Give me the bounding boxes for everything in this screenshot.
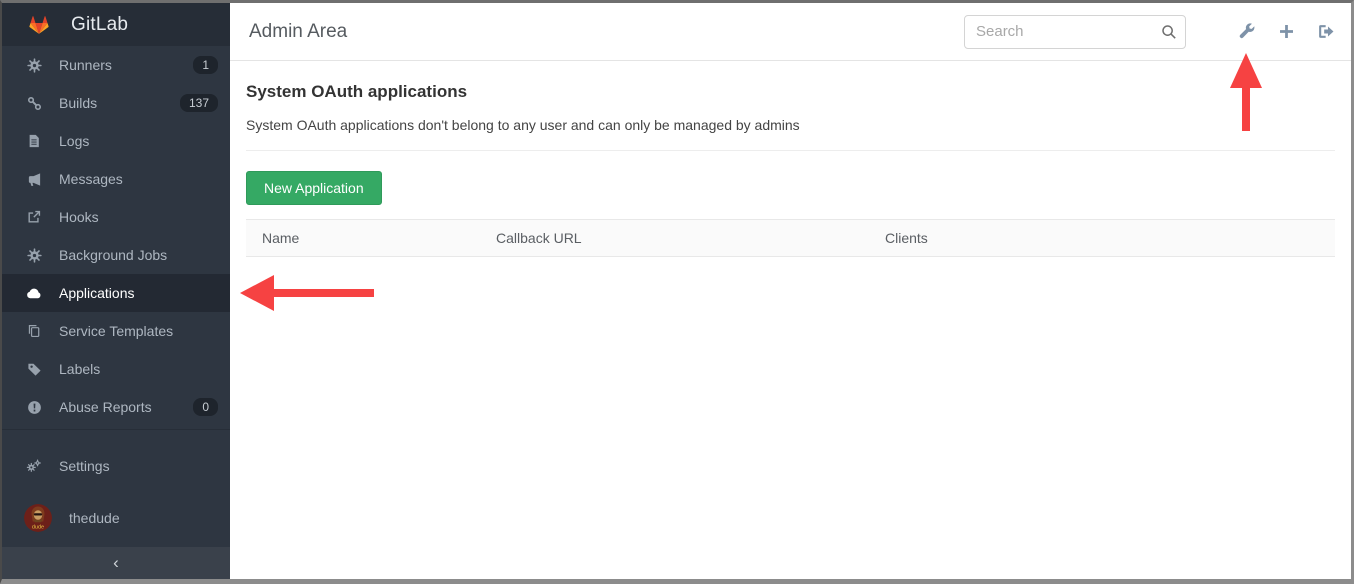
main-content: Admin Area xyxy=(230,3,1351,579)
sidebar-item-applications[interactable]: Applications xyxy=(2,274,230,312)
sidebar-item-hooks[interactable]: Hooks xyxy=(2,198,230,236)
builds-count-badge: 137 xyxy=(180,94,218,112)
gear-icon xyxy=(26,57,42,73)
svg-text:dude: dude xyxy=(32,525,44,531)
runners-count-badge: 1 xyxy=(193,56,218,74)
column-header-clients: Clients xyxy=(885,230,1335,246)
chevron-left-icon: ‹ xyxy=(113,553,119,573)
cloud-icon xyxy=(26,285,42,301)
topbar-actions xyxy=(1216,23,1336,41)
new-plus-icon[interactable] xyxy=(1277,23,1296,41)
search-icon xyxy=(1161,24,1177,40)
sidebar-item-label: Runners xyxy=(59,57,112,73)
column-header-callback-url: Callback URL xyxy=(496,230,885,246)
sign-out-icon[interactable] xyxy=(1317,23,1336,41)
sidebar-item-label: Messages xyxy=(59,171,123,187)
cogs-icon xyxy=(26,458,42,474)
sidebar-item-label: Background Jobs xyxy=(59,247,167,263)
gitlab-tanuki-logo-icon xyxy=(22,9,56,41)
sidebar-item-label: Builds xyxy=(59,95,97,111)
file-text-icon xyxy=(26,133,42,149)
column-header-name: Name xyxy=(246,230,496,246)
sidebar-item-builds[interactable]: Builds 137 xyxy=(2,84,230,122)
window-frame: GitLab Runners 1 Builds 137 xyxy=(0,0,1354,584)
user-name: thedude xyxy=(69,510,120,526)
admin-nav: Runners 1 Builds 137 Logs xyxy=(2,46,230,426)
sidebar-item-runners[interactable]: Runners 1 xyxy=(2,46,230,84)
admin-wrench-icon[interactable] xyxy=(1237,23,1256,41)
sidebar-item-settings[interactable]: Settings xyxy=(2,447,230,485)
section-description: System OAuth applications don't belong t… xyxy=(246,117,1335,133)
sidebar-item-label: Applications xyxy=(59,285,135,301)
admin-sidebar: GitLab Runners 1 Builds 137 xyxy=(2,3,230,579)
new-application-button[interactable]: New Application xyxy=(246,171,382,205)
page-title: Admin Area xyxy=(249,21,347,43)
tags-icon xyxy=(26,361,42,377)
applications-table-header: Name Callback URL Clients xyxy=(246,219,1335,257)
bullhorn-icon xyxy=(26,171,42,187)
abuse-reports-count-badge: 0 xyxy=(193,398,218,416)
external-link-icon xyxy=(26,209,42,225)
topbar: Admin Area xyxy=(230,3,1351,61)
search-input[interactable] xyxy=(964,15,1186,49)
user-avatar: dude xyxy=(24,504,52,532)
sidebar-collapse-toggle[interactable]: ‹ xyxy=(2,547,230,579)
sidebar-item-label: Settings xyxy=(59,458,110,474)
sidebar-item-label: Service Templates xyxy=(59,323,173,339)
oauth-applications-section: System OAuth applications System OAuth a… xyxy=(230,61,1351,257)
sidebar-item-background-jobs[interactable]: Background Jobs xyxy=(2,236,230,274)
sidebar-item-logs[interactable]: Logs xyxy=(2,122,230,160)
sidebar-item-abuse-reports[interactable]: Abuse Reports 0 xyxy=(2,388,230,426)
section-divider xyxy=(246,150,1335,151)
gitlab-brand-link[interactable]: GitLab xyxy=(2,3,230,46)
exclamation-circle-icon xyxy=(26,399,42,415)
copy-icon xyxy=(26,323,42,339)
sidebar-item-profile[interactable]: dude thedude xyxy=(2,496,230,540)
sidebar-item-label: Abuse Reports xyxy=(59,399,152,415)
sidebar-item-service-templates[interactable]: Service Templates xyxy=(2,312,230,350)
sidebar-item-label: Labels xyxy=(59,361,100,377)
sidebar-divider xyxy=(2,429,230,430)
sidebar-item-labels[interactable]: Labels xyxy=(2,350,230,388)
search-box xyxy=(964,15,1186,49)
chain-icon xyxy=(26,95,42,111)
sidebar-item-messages[interactable]: Messages xyxy=(2,160,230,198)
brand-name: GitLab xyxy=(71,14,128,36)
gear-icon xyxy=(26,247,42,263)
sidebar-item-label: Hooks xyxy=(59,209,99,225)
section-heading: System OAuth applications xyxy=(246,82,1335,102)
sidebar-item-label: Logs xyxy=(59,133,89,149)
